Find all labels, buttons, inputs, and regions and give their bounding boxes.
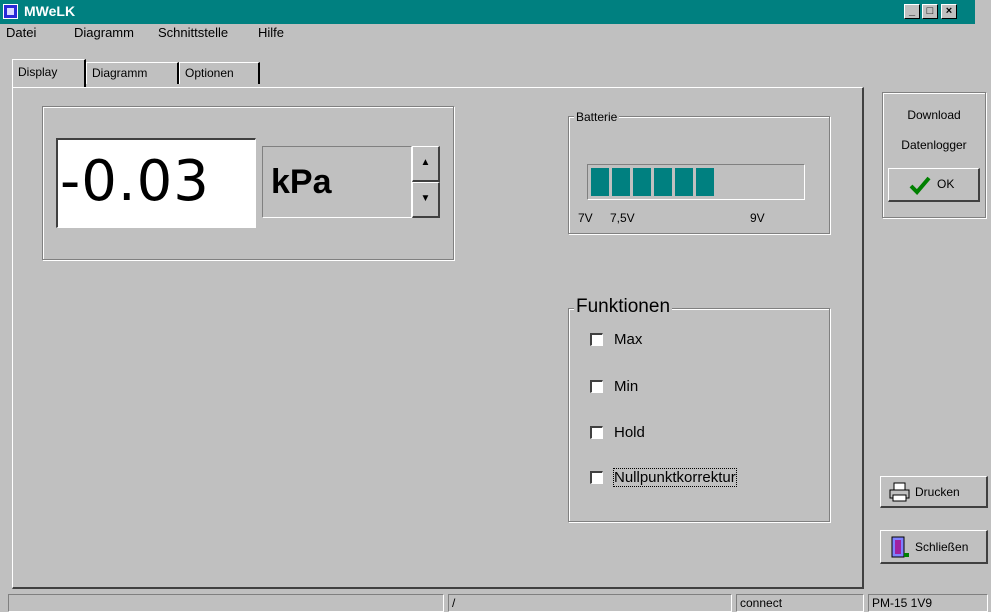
battery-segment [633, 168, 651, 196]
unit-spin-up-button[interactable]: ▲ [412, 146, 440, 182]
checkbox-box[interactable] [590, 471, 603, 484]
datenlogger-label: Datenlogger [901, 138, 967, 152]
close-button[interactable]: Schließen [880, 530, 988, 564]
battery-segment [612, 168, 630, 196]
menu-diagramm[interactable]: Diagramm [74, 25, 134, 40]
checkbox-box[interactable] [590, 426, 603, 439]
battery-tick-7-5v: 7,5V [610, 211, 635, 225]
title-bar: MWeLK _ □ × [0, 0, 975, 24]
functions-legend: Funktionen [574, 296, 673, 318]
unit-display: kPa [262, 146, 412, 218]
checkbox-label: Min [614, 378, 639, 395]
menu-schnittstelle[interactable]: Schnittstelle [158, 25, 228, 40]
battery-segment [591, 168, 609, 196]
download-ok-button[interactable]: OK [888, 168, 980, 202]
exit-icon [891, 536, 909, 558]
minimize-button[interactable]: _ [904, 4, 920, 19]
menu-datei[interactable]: Datei [6, 25, 36, 40]
battery-tick-9v: 9V [750, 211, 765, 225]
print-label: Drucken [915, 485, 960, 499]
tab-diagramm[interactable]: Diagramm [86, 62, 179, 84]
status-connection: connect [736, 594, 864, 612]
measurement-value: -0.03 [56, 138, 256, 228]
ok-label: OK [937, 177, 955, 191]
functions-group [568, 308, 830, 522]
printer-icon [889, 482, 910, 502]
maximize-button[interactable]: □ [922, 4, 938, 19]
menu-bar: Datei Diagramm Schnittstelle Hilfe [0, 24, 991, 42]
tab-display[interactable]: Display [12, 59, 86, 87]
tab-optionen[interactable]: Optionen [179, 62, 260, 84]
status-device: PM-15 1V9 [868, 594, 988, 612]
menu-hilfe[interactable]: Hilfe [258, 25, 284, 40]
battery-segment [675, 168, 693, 196]
checkbox-label: Hold [614, 424, 645, 441]
status-cell-main [8, 594, 444, 612]
checkbox-label: Nullpunktkorrektur [613, 468, 737, 487]
checkbox-box[interactable] [590, 333, 603, 346]
battery-level-bar [587, 164, 805, 200]
print-button[interactable]: Drucken [880, 476, 988, 508]
checkbox-box[interactable] [590, 380, 603, 393]
checkmark-icon [909, 176, 931, 195]
close-label: Schließen [915, 540, 969, 554]
battery-tick-7v: 7V [578, 211, 593, 225]
download-label: Download [907, 108, 961, 122]
battery-segment [654, 168, 672, 196]
checkbox-label: Max [614, 331, 643, 348]
status-cell-path: / [448, 594, 732, 612]
app-icon[interactable] [3, 4, 18, 19]
battery-segment [696, 168, 714, 196]
battery-label: Batterie [574, 110, 620, 124]
unit-spin-down-button[interactable]: ▼ [412, 182, 440, 218]
close-window-button[interactable]: × [941, 4, 957, 19]
status-bar: / connect PM-15 1V9 [0, 592, 991, 612]
window-title: MWeLK [24, 3, 76, 19]
